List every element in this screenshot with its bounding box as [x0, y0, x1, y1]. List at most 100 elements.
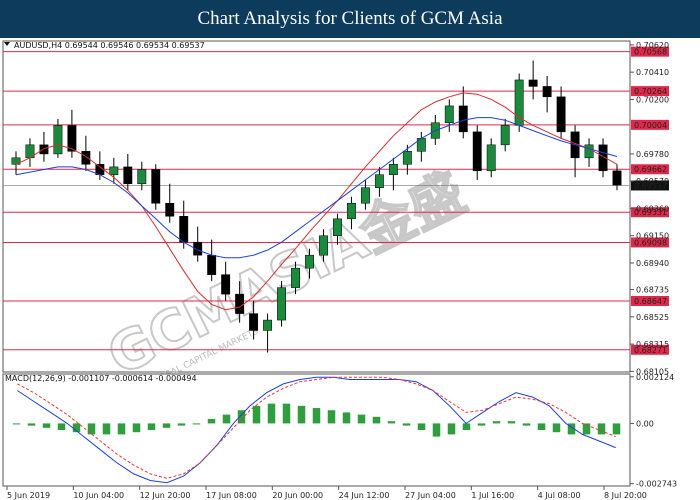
macd-histogram-bar	[102, 423, 111, 435]
time-tick-label: 17 Jun 08:00	[206, 491, 257, 500]
macd-histogram-bar	[57, 423, 66, 430]
candle-body	[263, 319, 273, 331]
candle-body	[53, 125, 63, 155]
candle-body	[277, 287, 287, 321]
macd-histogram-bar	[267, 403, 276, 424]
macd-histogram-bar	[552, 423, 561, 433]
candle-body	[514, 79, 524, 126]
macd-histogram-bar	[402, 423, 411, 426]
price-tick-label: 0.69780	[636, 150, 669, 159]
candle-body	[388, 164, 398, 175]
macd-histogram-bar	[462, 423, 471, 430]
macd-histogram-bar	[492, 421, 501, 424]
trading-chart: GCMASIA金盛 GLOBAL CAPITAL MARKETS 0.70568…	[2, 40, 677, 500]
macd-histogram-bar	[342, 412, 351, 424]
time-tick-label: 8 Jul 20:00	[604, 491, 647, 500]
price-tick-label: 0.70200	[636, 95, 669, 104]
candle-body	[333, 218, 342, 236]
candle-body	[347, 203, 356, 220]
macd-histogram-bar	[312, 408, 321, 424]
macd-histogram-bar	[522, 423, 531, 426]
macd-histogram-bar	[297, 405, 306, 424]
macd-histogram-bar	[222, 414, 231, 424]
price-tick-label: 0.70410	[636, 68, 669, 77]
time-axis: 5 Jun 2019 10 Jun 04:00 12 Jun 20:00 17 Jun…	[6, 486, 647, 500]
candle-body	[360, 187, 370, 204]
macd-histogram-bar	[87, 423, 96, 435]
price-panel-label: AUDUSD,H4 0.69544 0.69546 0.69534 0.6953…	[14, 41, 205, 50]
candle-body	[542, 86, 552, 98]
candle-body	[458, 105, 468, 133]
candle-body	[151, 169, 161, 204]
macd-histogram-bar	[162, 423, 171, 428]
price-tick-label: 0.69360	[636, 204, 669, 213]
macd-histogram-bar	[27, 423, 36, 426]
macd-histogram-bar	[447, 423, 456, 435]
macd-histogram-bar	[252, 405, 261, 424]
macd-histogram-bar	[207, 419, 216, 424]
price-tick-label: 0.70620	[636, 41, 669, 50]
candle-body	[39, 144, 49, 155]
macd-tick-label: -0.002743	[636, 480, 677, 489]
level-label: 0.68647	[634, 297, 667, 306]
chart-banner: Chart Analysis for Clients of GCM Asia	[0, 0, 700, 38]
candle-body	[374, 174, 384, 188]
macd-histogram-bar	[537, 423, 546, 430]
candle-body	[305, 254, 314, 269]
price-tick-label: 0.69150	[636, 232, 669, 241]
macd-histogram-bar	[417, 423, 426, 430]
macd-tick-label: 0.002124	[636, 373, 674, 382]
candle-body	[221, 274, 231, 295]
macd-histogram-bar	[177, 423, 186, 426]
price-tick-label: 0.68315	[636, 340, 669, 349]
candle-body	[235, 293, 245, 314]
candle-body	[528, 79, 538, 87]
macd-histogram-bar	[117, 423, 126, 435]
price-tick-label: 0.68940	[636, 259, 669, 268]
macd-histogram-bar	[612, 423, 621, 435]
macd-tick-label: 0.00	[636, 419, 654, 428]
candle-body	[319, 235, 328, 256]
macd-histogram-bar	[147, 423, 156, 430]
time-tick-label: 27 Jun 04:00	[405, 491, 456, 500]
price-tick-label: 0.68525	[636, 313, 669, 322]
level-label: 0.69662	[634, 165, 667, 174]
time-tick-label: 12 Jun 20:00	[140, 491, 191, 500]
macd-panel[interactable]: 0.002124 0.00 -0.002743	[2, 373, 677, 489]
time-tick-label: 24 Jun 12:00	[339, 491, 390, 500]
macd-histogram-bar	[282, 403, 291, 424]
price-tick-label: 0.68735	[636, 286, 669, 295]
macd-histogram-bar	[327, 410, 336, 424]
candle-body	[500, 125, 510, 146]
candle-body	[612, 170, 622, 186]
candle-body	[402, 151, 412, 165]
macd-histogram-bar	[507, 421, 516, 424]
banner-title: Chart Analysis for Clients of GCM Asia	[197, 8, 503, 29]
macd-histogram-bar	[372, 416, 381, 424]
time-tick-label: 5 Jun 2019	[7, 491, 50, 500]
macd-histogram-bar	[192, 423, 201, 425]
candle-body	[207, 254, 217, 275]
price-tick-label: 0.69570	[636, 177, 669, 186]
time-tick-label: 4 Jul 08:00	[538, 491, 581, 500]
macd-histogram-bar	[387, 421, 396, 424]
candle-body	[137, 169, 147, 185]
candle-body	[472, 131, 482, 172]
time-tick-label: 20 Jun 00:00	[272, 491, 323, 500]
candle-body	[81, 151, 91, 165]
level-label: 0.70004	[634, 121, 667, 130]
macd-histogram-bar	[42, 423, 51, 428]
candle-body	[444, 105, 454, 124]
candle-body	[291, 267, 300, 288]
macd-histogram-bar	[477, 423, 486, 426]
candle-body	[109, 166, 119, 175]
candle-body	[556, 96, 566, 133]
macd-histogram-bar	[12, 423, 21, 425]
candle-body	[179, 215, 189, 243]
candle-body	[584, 144, 594, 159]
macd-histogram-bar	[432, 423, 441, 437]
candle-body	[249, 313, 259, 331]
macd-histogram-bar	[597, 423, 606, 435]
candle-body	[486, 144, 496, 172]
time-tick-label: 10 Jun 04:00	[73, 491, 124, 500]
